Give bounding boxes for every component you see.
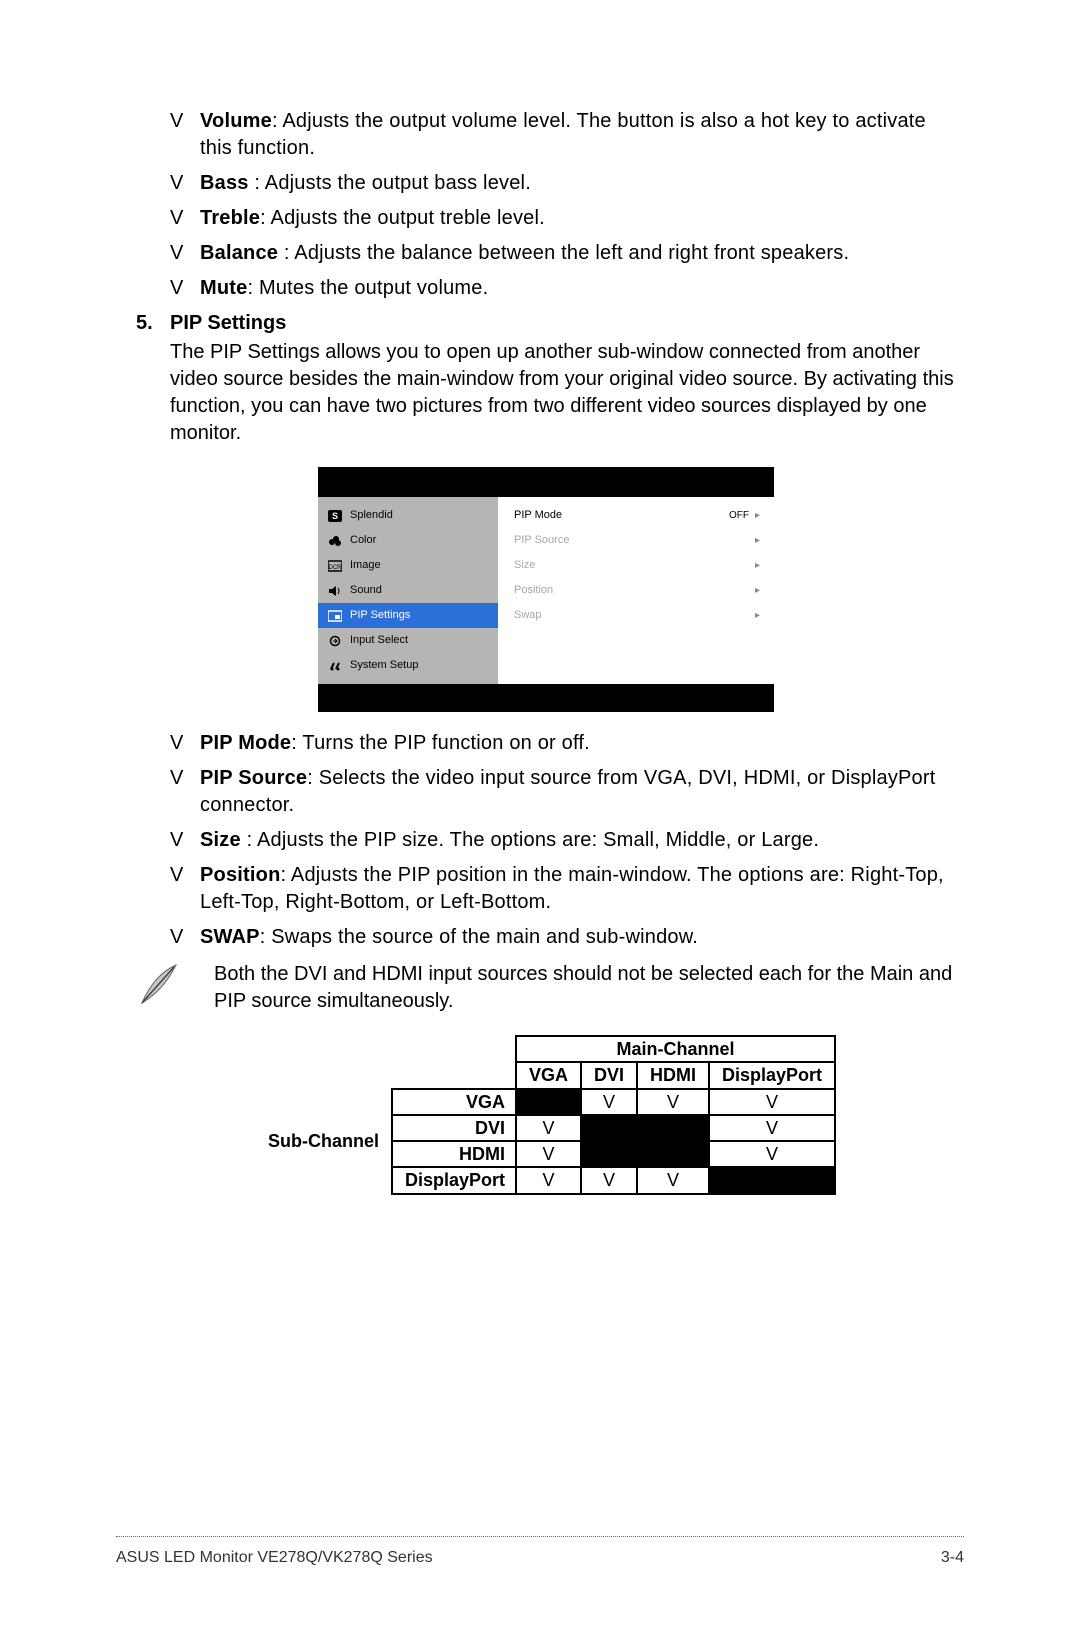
- page-footer: ASUS LED Monitor VE278Q/VK278Q Series 3-…: [116, 1536, 964, 1569]
- table-cell: V: [637, 1089, 709, 1115]
- svg-text:S: S: [332, 511, 338, 521]
- osd-left-label: Color: [350, 533, 376, 548]
- table-cell: [516, 1089, 581, 1115]
- osd-left-item: S Splendid: [318, 503, 498, 528]
- osd-left-label: Sound: [350, 583, 382, 598]
- bullet-item: Treble: Adjusts the output treble level.: [170, 205, 956, 232]
- table-cell: [637, 1141, 709, 1167]
- bullet-item: Balance : Adjusts the balance between th…: [170, 240, 956, 267]
- osd-right-item: Position ▸: [498, 578, 774, 603]
- col-icon: [328, 535, 342, 547]
- table-cell: V: [709, 1141, 835, 1167]
- table-cell: V: [637, 1167, 709, 1193]
- snd-icon: [328, 585, 342, 597]
- chevron-right-icon: ▸: [755, 584, 760, 598]
- osd-left-item: System Setup: [318, 653, 498, 678]
- table-row-label: DVI: [392, 1115, 516, 1141]
- osd-right-label: PIP Source: [514, 533, 569, 548]
- pip-bullets: PIP Mode: Turns the PIP function on or o…: [136, 730, 956, 951]
- osd-right-label: Position: [514, 583, 553, 598]
- osd-menu-right: PIP ModeOFF▸PIP Source▸Size▸Position▸Swa…: [498, 497, 774, 684]
- osd-right-label: Size: [514, 558, 535, 573]
- table-cell: V: [581, 1167, 637, 1193]
- svg-text:DCR: DCR: [329, 565, 343, 571]
- section-heading: 5. PIP Settings: [136, 310, 956, 337]
- table-cell: [581, 1115, 637, 1141]
- osd-right-value: ▸: [755, 609, 760, 623]
- table-cell: [709, 1167, 835, 1193]
- table-row-label: DisplayPort: [392, 1167, 516, 1193]
- osd-left-label: PIP Settings: [350, 608, 410, 623]
- osd-left-label: Input Select: [350, 633, 408, 648]
- inp-icon: [328, 635, 342, 647]
- s-icon: S: [328, 510, 342, 522]
- osd-left-label: System Setup: [350, 658, 418, 673]
- osd-screenshot: S Splendid Color DCR Image Sound PIP Settings I…: [318, 467, 774, 712]
- osd-left-item: Input Select: [318, 628, 498, 653]
- table-cell: [581, 1141, 637, 1167]
- osd-right-item: Swap ▸: [498, 603, 774, 628]
- chevron-right-icon: ▸: [755, 509, 760, 523]
- sound-bullets: Volume: Adjusts the output volume level.…: [136, 108, 956, 302]
- osd-left-item: Color: [318, 528, 498, 553]
- img-icon: DCR: [328, 560, 342, 572]
- table-cell: V: [516, 1115, 581, 1141]
- bullet-item: Mute: Mutes the output volume.: [170, 275, 956, 302]
- bullet-item: SWAP: Swaps the source of the main and s…: [170, 924, 956, 951]
- bullet-item: PIP Mode: Turns the PIP function on or o…: [170, 730, 956, 757]
- table-row-label: VGA: [392, 1089, 516, 1115]
- section-number: 5.: [136, 310, 170, 337]
- osd-right-item: Size ▸: [498, 553, 774, 578]
- bullet-item: PIP Source: Selects the video input sour…: [170, 765, 956, 819]
- table-col-header: DVI: [581, 1062, 637, 1088]
- bullet-item: Bass : Adjusts the output bass level.: [170, 170, 956, 197]
- table-cell: [637, 1115, 709, 1141]
- compat-table: Main-ChannelVGADVIHDMIDisplayPortSub-Cha…: [256, 1035, 836, 1195]
- bullet-item: Size : Adjusts the PIP size. The options…: [170, 827, 956, 854]
- table-col-header: HDMI: [637, 1062, 709, 1088]
- osd-left-label: Splendid: [350, 508, 393, 523]
- sys-icon: [328, 660, 342, 672]
- table-col-header: VGA: [516, 1062, 581, 1088]
- note-row: Both the DVI and HDMI input sources shou…: [136, 959, 956, 1017]
- table-row-label: HDMI: [392, 1141, 516, 1167]
- osd-left-label: Image: [350, 558, 381, 573]
- chevron-right-icon: ▸: [755, 559, 760, 573]
- osd-right-value: ▸: [755, 559, 760, 573]
- osd-right-value: OFF▸: [729, 509, 760, 523]
- osd-right-label: Swap: [514, 608, 542, 623]
- osd-left-item: PIP Settings: [318, 603, 498, 628]
- table-sub-header: Sub-Channel: [256, 1089, 392, 1194]
- table-cell: V: [516, 1167, 581, 1193]
- chevron-right-icon: ▸: [755, 534, 760, 548]
- feather-icon: [134, 959, 184, 1017]
- osd-right-value: ▸: [755, 534, 760, 548]
- osd-right-label: PIP Mode: [514, 508, 562, 523]
- section-title: PIP Settings: [170, 310, 286, 337]
- table-cell: V: [581, 1089, 637, 1115]
- bullet-item: Position: Adjusts the PIP position in th…: [170, 862, 956, 916]
- footer-right: 3-4: [941, 1547, 964, 1569]
- table-main-header: Main-Channel: [516, 1036, 835, 1062]
- osd-right-item: PIP Source ▸: [498, 528, 774, 553]
- table-cell: V: [516, 1141, 581, 1167]
- table-col-header: DisplayPort: [709, 1062, 835, 1088]
- osd-left-item: Sound: [318, 578, 498, 603]
- pip-icon: [328, 610, 342, 622]
- table-cell: V: [709, 1089, 835, 1115]
- note-text: Both the DVI and HDMI input sources shou…: [214, 959, 956, 1015]
- section-body: The PIP Settings allows you to open up a…: [136, 339, 956, 447]
- table-cell: V: [709, 1115, 835, 1141]
- osd-right-item: PIP Mode OFF▸: [498, 503, 774, 528]
- osd-right-value: ▸: [755, 584, 760, 598]
- bullet-item: Volume: Adjusts the output volume level.…: [170, 108, 956, 162]
- chevron-right-icon: ▸: [755, 609, 760, 623]
- osd-left-item: DCR Image: [318, 553, 498, 578]
- osd-menu-left: S Splendid Color DCR Image Sound PIP Settings I…: [318, 497, 498, 684]
- footer-left: ASUS LED Monitor VE278Q/VK278Q Series: [116, 1547, 433, 1569]
